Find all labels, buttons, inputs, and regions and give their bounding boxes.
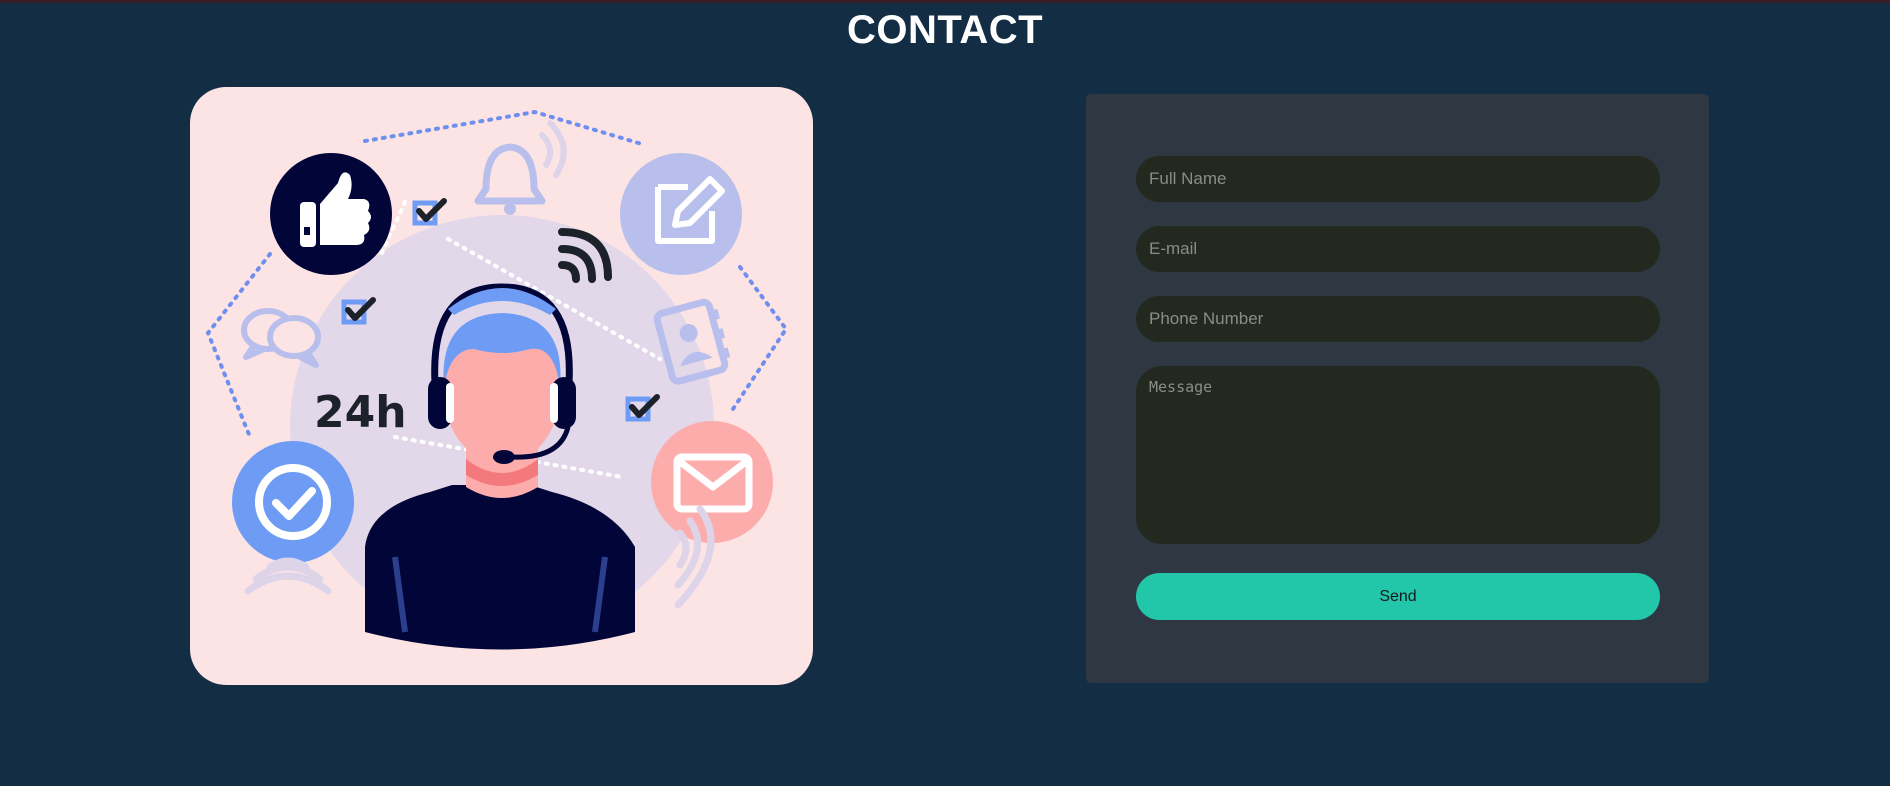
customer-support-illustration: 24h <box>205 109 789 650</box>
thumbs-up-icon <box>270 153 392 275</box>
checkmark-circle-icon <box>232 441 354 563</box>
top-border <box>0 0 1890 3</box>
sound-waves-left <box>244 557 332 595</box>
message-textarea[interactable] <box>1136 366 1660 544</box>
contact-form: Send <box>1086 94 1709 683</box>
24h-badge: 24h <box>314 387 407 438</box>
email-input[interactable] <box>1136 226 1660 272</box>
edit-icon <box>620 153 742 275</box>
full-name-input[interactable] <box>1136 156 1660 202</box>
phone-number-input[interactable] <box>1136 296 1660 342</box>
page-title: CONTACT <box>846 8 1044 52</box>
bell-icon <box>474 120 567 215</box>
checkbox-icon <box>412 198 447 226</box>
dotted-line-top <box>363 109 647 147</box>
dotted-line-right <box>731 265 789 411</box>
send-button[interactable]: Send <box>1136 573 1660 620</box>
illustration-card: 24h <box>190 87 813 685</box>
